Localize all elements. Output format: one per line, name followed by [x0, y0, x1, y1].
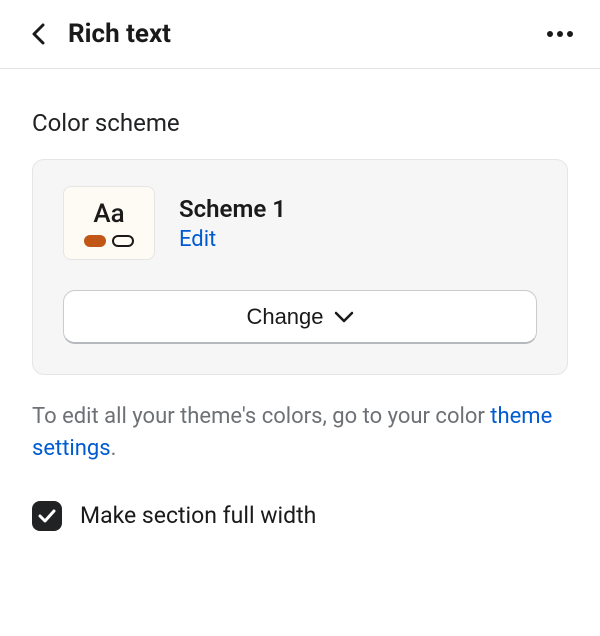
- full-width-label: Make section full width: [80, 502, 316, 529]
- swatch-pill-outline: [112, 235, 134, 247]
- edit-scheme-link[interactable]: Edit: [179, 227, 286, 252]
- color-scheme-label: Color scheme: [32, 109, 568, 137]
- panel-content: Color scheme Aa Scheme 1 Edit Change To …: [0, 69, 600, 551]
- swatch-pills: [84, 235, 134, 247]
- checkmark-icon: [38, 509, 56, 523]
- chevron-left-icon: [31, 23, 45, 45]
- help-text-prefix: To edit all your theme's colors, go to y…: [32, 404, 490, 429]
- color-scheme-card: Aa Scheme 1 Edit Change: [32, 159, 568, 375]
- scheme-row: Aa Scheme 1 Edit: [63, 186, 537, 260]
- change-scheme-button[interactable]: Change: [63, 290, 537, 344]
- swatch-pill-filled: [84, 235, 106, 247]
- header-left: Rich text: [24, 19, 171, 49]
- scheme-swatch: Aa: [63, 186, 155, 260]
- scheme-name: Scheme 1: [179, 195, 286, 223]
- change-button-label: Change: [246, 304, 323, 330]
- help-text: To edit all your theme's colors, go to y…: [32, 401, 568, 465]
- back-button[interactable]: [24, 20, 52, 48]
- swatch-text-sample: Aa: [93, 199, 124, 229]
- more-actions-button[interactable]: [544, 18, 576, 50]
- chevron-down-icon: [334, 311, 354, 323]
- full-width-checkbox[interactable]: [32, 501, 62, 531]
- full-width-row: Make section full width: [32, 501, 568, 531]
- help-text-suffix: .: [111, 436, 117, 461]
- page-title: Rich text: [68, 19, 171, 49]
- panel-header: Rich text: [0, 0, 600, 69]
- more-horizontal-icon: [547, 31, 573, 37]
- scheme-info: Scheme 1 Edit: [179, 195, 286, 252]
